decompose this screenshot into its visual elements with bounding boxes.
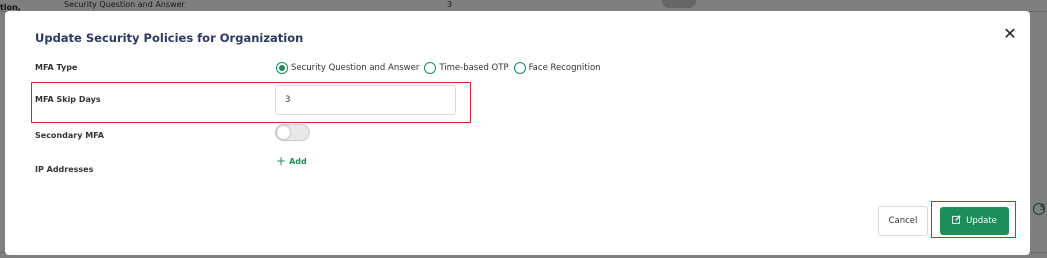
close-icon[interactable]: ✕: [1001, 25, 1019, 43]
radio-unchecked-icon[interactable]: [513, 61, 526, 74]
radio-security-question[interactable]: Security Question and Answer: [276, 61, 420, 74]
modal-title: Update Security Policies for Organizatio…: [35, 31, 304, 45]
update-security-policies-modal: Update Security Policies for Organizatio…: [5, 11, 1030, 255]
cancel-button[interactable]: Cancel: [878, 206, 928, 236]
radio-face-recognition[interactable]: Face Recognition: [513, 61, 601, 74]
toggle-knob: [277, 126, 290, 139]
ip-addresses-label: IP Addresses: [35, 165, 94, 174]
update-button-highlight: [931, 201, 1016, 238]
radio-unchecked-icon[interactable]: [424, 61, 437, 74]
add-label: Add: [289, 156, 307, 166]
mfa-skip-days-highlight: [31, 82, 471, 123]
radio-face-recognition-label: Face Recognition: [528, 62, 601, 73]
add-ip-address-link[interactable]: + Add: [276, 154, 307, 168]
mfa-type-label: MFA Type: [35, 63, 78, 72]
mfa-type-radio-group: Security Question and Answer Time-based …: [276, 61, 606, 74]
radio-security-question-label: Security Question and Answer: [291, 62, 420, 73]
secondary-mfa-label: Secondary MFA: [35, 131, 104, 140]
plus-icon: +: [276, 154, 287, 168]
secondary-mfa-toggle[interactable]: [275, 124, 310, 141]
radio-checked-icon[interactable]: [276, 61, 288, 74]
radio-time-based-otp[interactable]: Time-based OTP: [424, 61, 509, 74]
radio-time-based-otp-label: Time-based OTP: [439, 62, 509, 73]
